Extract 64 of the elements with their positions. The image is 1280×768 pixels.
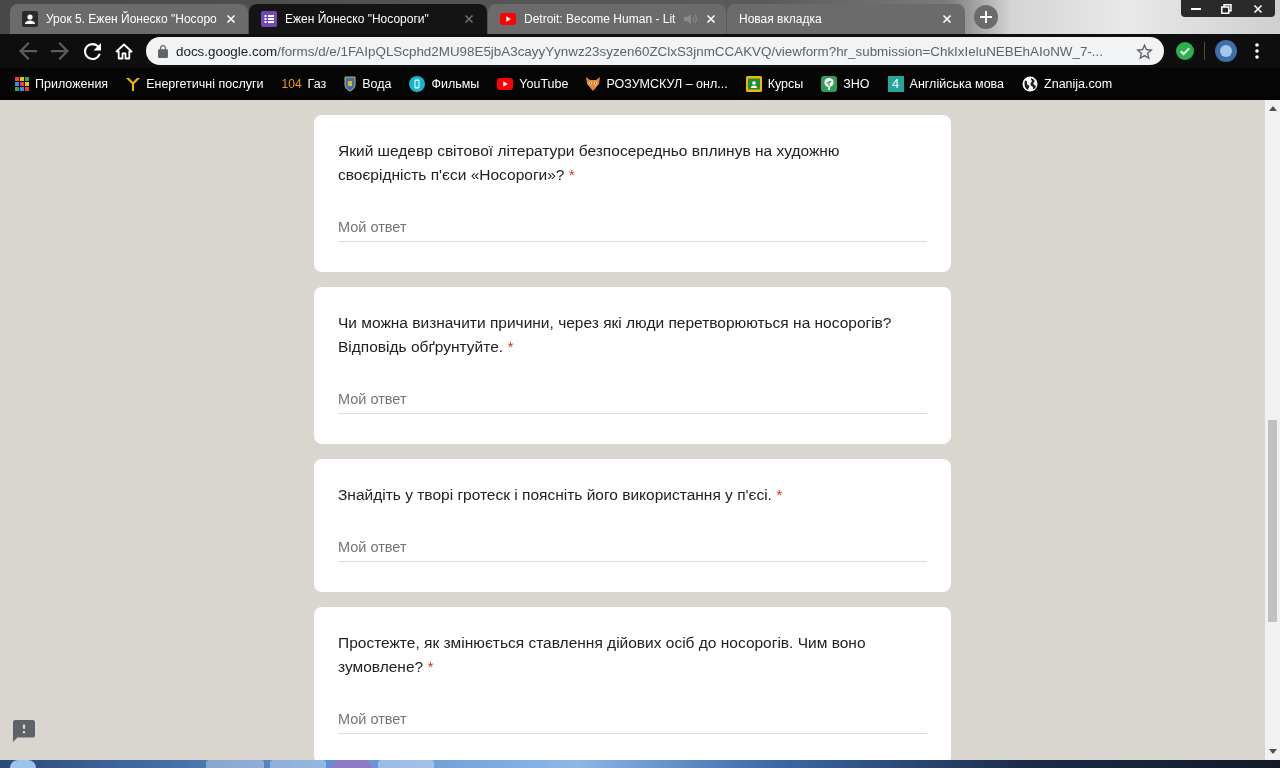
minimize-icon xyxy=(1191,7,1201,10)
question-text: Простежте, як змінюється ставлення дійових осіб до носорогів. Чим воно зумовлене? * xyxy=(338,633,867,677)
avatar-icon xyxy=(1215,40,1237,62)
shield-icon xyxy=(344,76,357,92)
check-circle-icon xyxy=(1176,42,1194,60)
bookmark-item[interactable]: РОЗУМСКУЛ – онл... xyxy=(578,71,736,97)
plus-icon xyxy=(979,10,993,24)
question-text: Який шедевр світової літератури безпосередньо вплинув на художню своєрідність п'єси «Носороги»? * xyxy=(338,141,841,185)
globe-icon xyxy=(1022,76,1039,92)
bookmark-item[interactable]: YouTube xyxy=(489,71,577,97)
list-icon xyxy=(261,11,277,27)
bookmark-item[interactable]: Znanija.com xyxy=(1014,71,1121,97)
menu-icon xyxy=(1255,43,1259,59)
url-text: docs.google.com/forms/d/e/1FAIpQLScphd2MU98E5jbA3cayyYynwz23syzen60ZClxS3jnmCCAKVQ/viewform?hr_submission=ChkIxIeluNEBEhAIoNW_7-... xyxy=(176,43,1104,59)
browser-tab[interactable]: Новая вкладка xyxy=(727,4,965,34)
fox-icon xyxy=(586,77,601,91)
forward-arrow-icon xyxy=(51,42,69,60)
close-icon xyxy=(226,14,237,24)
scrollbar[interactable] xyxy=(1265,100,1280,760)
new-tab-button[interactable] xyxy=(974,5,998,29)
close-icon xyxy=(705,14,716,24)
close-icon xyxy=(942,14,952,24)
number-tile: 4 xyxy=(887,76,904,92)
star-icon xyxy=(1135,42,1153,60)
feedback-icon xyxy=(13,720,35,742)
close-icon xyxy=(464,14,474,24)
home-icon xyxy=(115,42,133,60)
close-icon xyxy=(1253,3,1263,14)
play-icon xyxy=(497,78,514,90)
bookmark-item[interactable]: ЗНО xyxy=(813,71,878,97)
bookmark-item[interactable]: Вода xyxy=(336,71,400,97)
grid-icon xyxy=(15,77,29,91)
y-logo-icon xyxy=(126,77,141,91)
answer-field[interactable]: Мой ответ xyxy=(338,387,927,414)
question-text: Чи можна визначити причини, через які люди перетворюються на носорогів? Відповідь обґрунтуйте. * xyxy=(338,313,893,357)
bookmark-item[interactable]: Приложения xyxy=(7,71,117,97)
question-text: Знайдіть у творі гротеск і поясніть його використання у п'єсі. * xyxy=(338,485,784,505)
start-button[interactable] xyxy=(10,760,36,768)
answer-field[interactable]: Мой ответ xyxy=(338,535,927,562)
address-bar[interactable]: docs.google.com/forms/d/e/1FAIpQLScphd2MU98E5jbA3cayyYynwz23syzen60ZClxS3jnmCCAKVQ/viewform?hr_submission=ChkIxIeluNEBEhAIoNW_7-... xyxy=(146,37,1164,65)
bookmark-item[interactable]: 104 Газ xyxy=(273,71,335,97)
browser-tab[interactable]: Ежен Йонеско "Носороги" xyxy=(249,4,487,34)
person-icon xyxy=(22,11,38,27)
browser-tab[interactable]: Detroit: Become Human - Lit xyxy=(488,4,726,34)
bookmark-item[interactable]: 4 Англійська мова xyxy=(879,71,1013,97)
back-arrow-icon xyxy=(19,42,37,60)
answer-field[interactable]: Мой ответ xyxy=(338,707,927,734)
bookmark-item[interactable]: Курсы xyxy=(737,71,812,97)
bookmark-item[interactable]: Енергетичні послуги xyxy=(118,71,272,97)
board-icon xyxy=(745,76,762,92)
bookmark-item[interactable]: Фильмы xyxy=(401,71,488,97)
feedback-button[interactable] xyxy=(12,719,36,743)
reload-icon xyxy=(83,42,101,60)
bookmark-logo: 104 xyxy=(281,77,302,91)
restore-icon xyxy=(1220,3,1232,14)
scroll-thumb[interactable] xyxy=(1268,420,1277,622)
browser-tab[interactable]: Урок 5. Ежен Йонеско "Носоро xyxy=(10,4,248,34)
answer-field[interactable]: Мой ответ xyxy=(338,215,927,242)
tree-icon xyxy=(821,76,838,92)
phone-icon xyxy=(409,76,426,92)
lock-icon xyxy=(158,44,168,58)
caret-up-icon xyxy=(1268,106,1277,111)
play-icon xyxy=(500,13,516,25)
caret-down-icon xyxy=(1268,749,1277,754)
